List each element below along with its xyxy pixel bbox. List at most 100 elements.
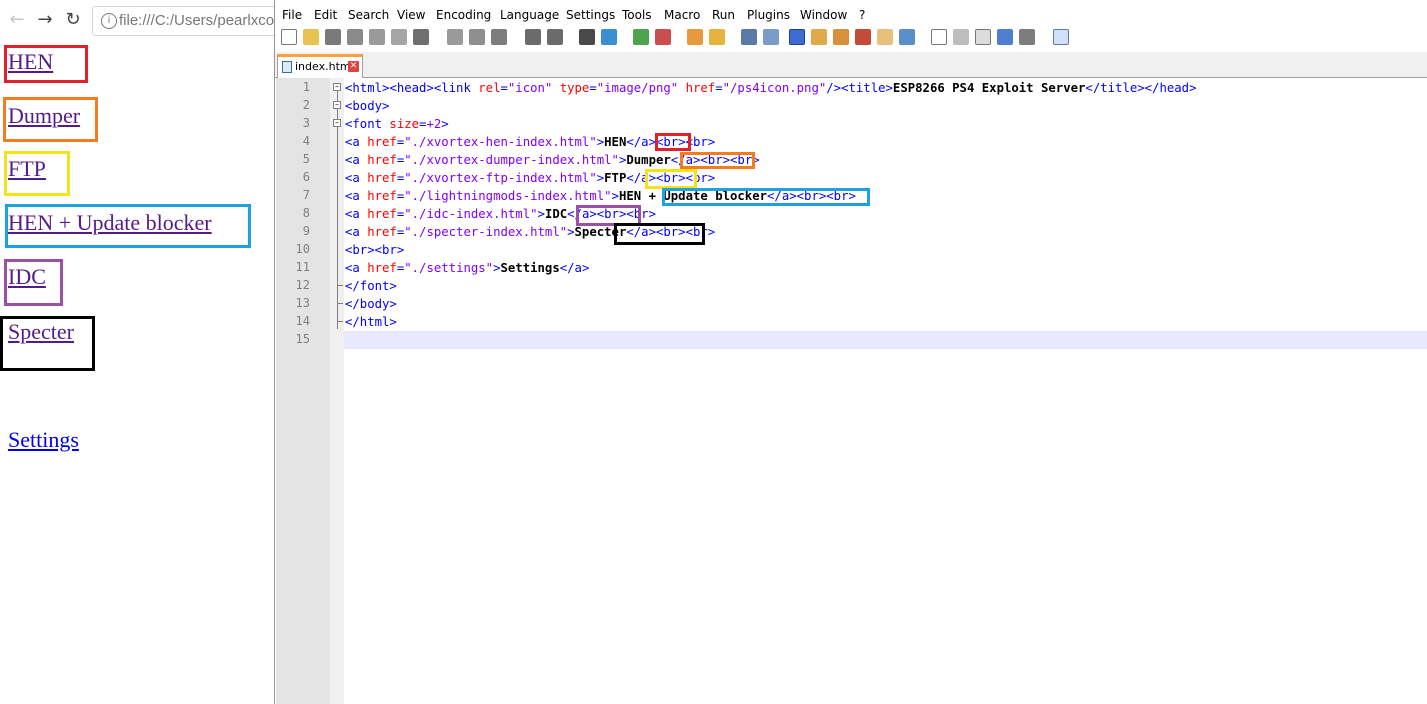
line-number: 4 xyxy=(302,134,310,148)
menu-run[interactable]: Run xyxy=(712,8,735,22)
line-number: 14 xyxy=(295,314,310,328)
code-line-10: <br><br> xyxy=(345,243,405,257)
line-number: 8 xyxy=(302,206,310,220)
line-number: 1 xyxy=(302,80,310,94)
code-line-3: <font size=+2> xyxy=(345,117,449,131)
code-line-2: <body> xyxy=(345,99,390,113)
undo-icon[interactable] xyxy=(525,29,541,45)
line-number: 6 xyxy=(302,170,310,184)
browser-toolbar: ← → ↻ i file:///C:/Users/pearlxcore xyxy=(0,0,274,40)
spell-check-icon[interactable] xyxy=(1053,29,1069,45)
link-hen[interactable]: HEN xyxy=(8,49,53,75)
find-icon[interactable] xyxy=(579,29,595,45)
arrow-back-icon[interactable]: ← xyxy=(6,9,28,31)
function-list-icon[interactable] xyxy=(855,29,871,45)
new-file-icon[interactable] xyxy=(281,29,297,45)
link-settings[interactable]: Settings xyxy=(8,427,79,453)
tab-strip: index.html ✕ xyxy=(275,52,1427,78)
line-number: 11 xyxy=(295,260,310,274)
menu-plugins[interactable]: Plugins xyxy=(747,8,790,22)
fold-toggle-icon[interactable]: – xyxy=(333,119,341,127)
cut-icon[interactable] xyxy=(447,29,463,45)
line-number: 7 xyxy=(302,188,310,202)
menu-view[interactable]: View xyxy=(397,8,425,22)
menu-encoding[interactable]: Encoding xyxy=(436,8,491,22)
save-macro-icon[interactable] xyxy=(1019,29,1035,45)
highlight-box-dumper-code xyxy=(680,152,755,169)
zoom-out-icon[interactable] xyxy=(655,29,671,45)
menu-edit[interactable]: Edit xyxy=(314,8,337,22)
paste-icon[interactable] xyxy=(491,29,507,45)
link-dumper[interactable]: Dumper xyxy=(8,103,80,129)
monitoring-icon[interactable] xyxy=(899,29,915,45)
current-line-highlight xyxy=(344,331,1427,349)
reload-icon[interactable]: ↻ xyxy=(62,9,84,31)
copy-icon[interactable] xyxy=(469,29,485,45)
save-all-icon[interactable] xyxy=(347,29,363,45)
tab-label: index.html xyxy=(295,60,354,73)
run-macro-multiple-icon[interactable] xyxy=(997,29,1013,45)
menu-help[interactable]: ? xyxy=(859,8,865,22)
close-icon[interactable]: ✕ xyxy=(348,61,359,72)
save-icon[interactable] xyxy=(325,29,341,45)
link-hen-update-blocker[interactable]: HEN + Update blocker xyxy=(8,210,212,236)
line-number: 2 xyxy=(302,98,310,112)
redo-icon[interactable] xyxy=(547,29,563,45)
highlight-box-specter-code xyxy=(614,223,705,245)
zoom-in-icon[interactable] xyxy=(633,29,649,45)
folder-as-workspace-icon[interactable] xyxy=(877,29,893,45)
line-number: 13 xyxy=(295,296,310,310)
indent-guide-icon[interactable] xyxy=(789,29,805,45)
fold-margin: – – – xyxy=(330,78,344,704)
code-line-14: </html> xyxy=(345,315,397,329)
fold-end-marker xyxy=(337,321,343,322)
code-line-11: <a href="./settings">Settings</a> xyxy=(345,261,590,275)
address-bar[interactable]: i file:///C:/Users/pearlxcore xyxy=(92,6,274,36)
line-number: 15 xyxy=(295,332,310,346)
playback-macro-icon[interactable] xyxy=(975,29,991,45)
menu-window[interactable]: Window xyxy=(800,8,847,22)
print-icon[interactable] xyxy=(413,29,429,45)
line-number: 5 xyxy=(302,152,310,166)
fold-toggle-icon[interactable]: – xyxy=(333,83,341,91)
sync-vertical-icon[interactable] xyxy=(687,29,703,45)
menu-language[interactable]: Language xyxy=(500,8,559,22)
info-icon[interactable]: i xyxy=(101,13,117,29)
file-icon xyxy=(282,61,292,73)
toolbar xyxy=(275,27,1427,49)
url-text[interactable]: file:///C:/Users/pearlxcore xyxy=(119,12,274,29)
code-line-12: </font> xyxy=(345,279,397,293)
arrow-forward-icon[interactable]: → xyxy=(34,9,56,31)
word-wrap-icon[interactable] xyxy=(741,29,757,45)
menu-bar: File Edit Search View Encoding Language … xyxy=(275,6,1427,26)
link-idc[interactable]: IDC xyxy=(8,264,46,290)
link-ftp[interactable]: FTP xyxy=(8,156,46,182)
record-macro-icon[interactable] xyxy=(931,29,947,45)
document-map-icon[interactable] xyxy=(833,29,849,45)
show-all-characters-icon[interactable] xyxy=(763,29,779,45)
link-specter[interactable]: Specter xyxy=(8,319,74,345)
tab-index-html[interactable]: index.html ✕ xyxy=(277,54,363,78)
highlight-box-hen-update-blocker-code xyxy=(662,188,870,206)
line-number: 10 xyxy=(295,242,310,256)
menu-macro[interactable]: Macro xyxy=(664,8,700,22)
replace-icon[interactable] xyxy=(601,29,617,45)
sync-horizontal-icon[interactable] xyxy=(709,29,725,45)
fold-toggle-icon[interactable]: – xyxy=(333,101,341,109)
fold-end-marker xyxy=(337,285,343,286)
menu-search[interactable]: Search xyxy=(348,8,389,22)
open-file-icon[interactable] xyxy=(303,29,319,45)
stop-recording-icon[interactable] xyxy=(953,29,969,45)
user-language-icon[interactable] xyxy=(811,29,827,45)
code-editor[interactable]: <html><head><link rel="icon" type="image… xyxy=(344,78,1427,704)
menu-file[interactable]: File xyxy=(282,8,302,22)
code-line-1: <html><head><link rel="icon" type="image… xyxy=(345,81,1197,95)
highlight-box-hen-code xyxy=(655,133,691,151)
close-file-icon[interactable] xyxy=(369,29,385,45)
menu-tools[interactable]: Tools xyxy=(622,8,652,22)
line-number: 3 xyxy=(302,116,310,130)
browser-window: ← → ↻ i file:///C:/Users/pearlxcore HEN … xyxy=(0,0,274,704)
close-all-icon[interactable] xyxy=(391,29,407,45)
line-number-gutter: 1 2 3 4 5 6 7 8 9 10 11 12 13 14 15 xyxy=(276,78,330,704)
menu-settings[interactable]: Settings xyxy=(566,8,615,22)
